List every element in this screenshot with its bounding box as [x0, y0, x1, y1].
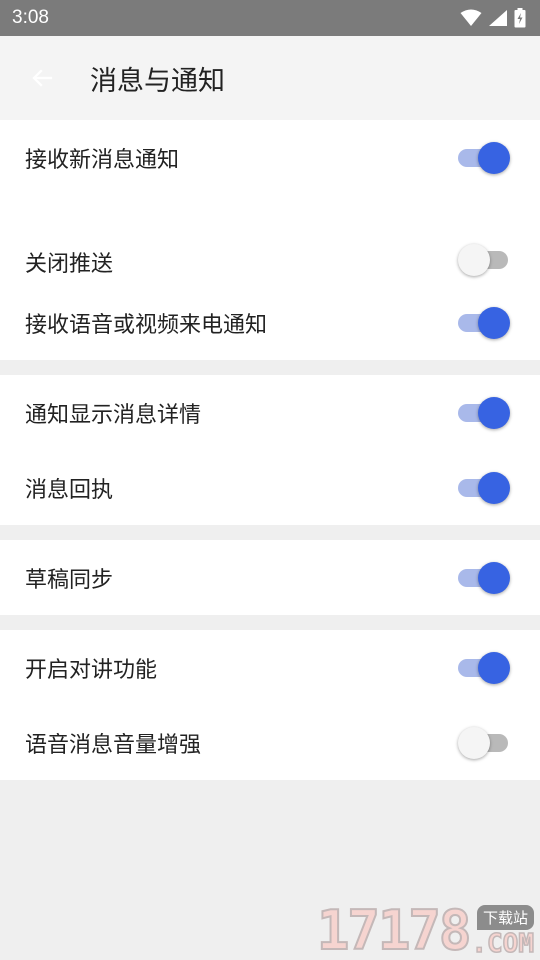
switch-thumb: [478, 561, 510, 594]
switch-thumb: [478, 651, 510, 684]
setting-label: 消息回执: [25, 477, 114, 503]
toolbar: 消息与通知: [0, 36, 540, 120]
setting-label: 接收语音或视频来电通知: [25, 313, 268, 338]
settings-group: 开启对讲功能 语音消息音量增强: [0, 630, 540, 780]
settings-group: 通知显示消息详情 消息回执: [0, 375, 540, 525]
setting-label: 开启对讲功能: [25, 657, 158, 683]
toggle-switch[interactable]: [458, 305, 510, 341]
watermark-suffix: .COM: [471, 929, 535, 959]
settings-group: 草稿同步: [0, 540, 540, 615]
toggle-switch[interactable]: [458, 140, 510, 176]
back-button[interactable]: [26, 62, 58, 94]
arrow-back-icon: [32, 69, 53, 87]
page-title: 消息与通知: [90, 65, 225, 97]
setting-row-call-notify[interactable]: 接收语音或视频来电通知: [0, 300, 540, 360]
status-icons: [460, 8, 526, 28]
toggle-switch[interactable]: [458, 242, 510, 278]
toggle-switch[interactable]: [458, 650, 510, 686]
switch-thumb: [458, 726, 490, 759]
setting-row-draft-sync[interactable]: 草稿同步: [0, 540, 540, 615]
setting-row-new-message-notify[interactable]: 接收新消息通知: [0, 120, 540, 196]
toggle-switch[interactable]: [458, 560, 510, 596]
setting-row-voice-boost[interactable]: 语音消息音量增强: [0, 705, 540, 780]
switch-thumb: [478, 307, 510, 339]
toggle-switch[interactable]: [458, 395, 510, 431]
setting-label: 草稿同步: [25, 567, 114, 593]
group-divider: [0, 360, 540, 375]
toggle-switch[interactable]: [458, 470, 510, 506]
wifi-icon: [460, 9, 482, 26]
signal-icon: [489, 10, 507, 26]
group-divider: [0, 615, 540, 630]
setting-label: 通知显示消息详情: [25, 402, 202, 428]
setting-row-intercom[interactable]: 开启对讲功能: [0, 630, 540, 705]
status-time: 3:08: [12, 7, 49, 28]
watermark-right: 下载站 .COM: [471, 905, 535, 959]
group-divider: [0, 525, 540, 540]
switch-thumb: [478, 471, 510, 504]
switch-thumb: [458, 244, 490, 276]
setting-row-read-receipt[interactable]: 消息回执: [0, 450, 540, 525]
setting-row-close-push[interactable]: 关闭推送: [0, 196, 540, 300]
setting-label: 语音消息音量增强: [25, 732, 202, 758]
toggle-switch[interactable]: [458, 725, 510, 761]
setting-label: 接收新消息通知: [25, 148, 180, 173]
watermark-number: 17178: [316, 899, 473, 960]
battery-charging-icon: [514, 8, 526, 28]
setting-label: 关闭推送: [25, 252, 114, 277]
watermark-logo: 17178 下载站 .COM: [316, 899, 535, 960]
switch-thumb: [478, 142, 510, 174]
switch-thumb: [478, 396, 510, 429]
watermark-badge: 下载站: [476, 905, 534, 930]
setting-row-show-details[interactable]: 通知显示消息详情: [0, 375, 540, 450]
status-bar: 3:08: [0, 0, 540, 36]
settings-group: 接收新消息通知 关闭推送 接收语音或视频来电通知: [0, 120, 540, 360]
